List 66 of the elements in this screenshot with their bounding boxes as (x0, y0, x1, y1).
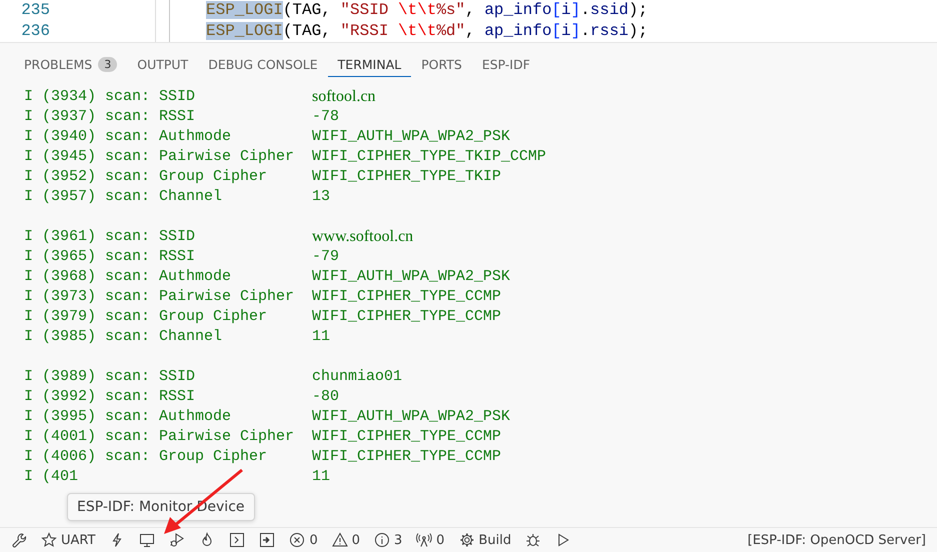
log-value: 11 (312, 327, 330, 347)
log-value: WIFI_CIPHER_TYPE_CCMP (312, 447, 502, 467)
panel-tab[interactable]: DEBUG CONSOLE (198, 53, 328, 77)
status-item[interactable]: 0 (326, 529, 365, 551)
bug-icon (525, 532, 542, 548)
warning-icon (332, 532, 348, 548)
log-value: chunmiao01 (312, 367, 402, 387)
log-value: WIFI_CIPHER_TYPE_TKIP_CCMP (312, 147, 546, 167)
log-value: WIFI_CIPHER_TYPE_CCMP (312, 307, 502, 327)
log-label: I (3961) scan: SSID (24, 227, 196, 247)
log-label: I (3940) scan: Authmode (24, 127, 232, 147)
panel-tab[interactable]: TERMINAL (328, 53, 412, 77)
antenna-icon (416, 532, 432, 548)
log-label: I (3968) scan: Authmode (24, 267, 232, 287)
log-value: -80 (312, 387, 340, 407)
log-value: softool.cn (312, 87, 376, 107)
arrow-into-box-icon (259, 532, 276, 548)
log-label: I (3945) scan: Pairwise Cipher (24, 147, 296, 167)
log-value: 13 (312, 187, 330, 207)
status-item[interactable]: 3 (369, 529, 408, 551)
panel-tab[interactable]: ESP-IDF (472, 53, 540, 77)
status-item[interactable]: 0 (284, 529, 323, 551)
info-icon (374, 532, 390, 548)
log-label: I (4001) scan: Pairwise Cipher (24, 427, 296, 447)
count-badge: 3 (98, 57, 118, 72)
log-label: I (3957) scan: Channel (24, 187, 224, 207)
log-label: I (401 (24, 467, 80, 487)
status-item[interactable]: 0 (411, 529, 450, 551)
bug-play-icon (169, 532, 186, 548)
log-label: I (4006) scan: Group Cipher (24, 447, 268, 467)
log-label: I (3937) scan: RSSI (24, 107, 196, 127)
log-value: WIFI_CIPHER_TYPE_CCMP (312, 287, 502, 307)
status-item[interactable]: UART (36, 529, 100, 551)
log-value: WIFI_CIPHER_TYPE_CCMP (312, 427, 502, 447)
log-label: I (3973) scan: Pairwise Cipher (24, 287, 296, 307)
log-value: WIFI_AUTH_WPA_WPA2_PSK (312, 127, 510, 147)
code-line: ESP_LOGI(TAG, "RSSI \t\t%d", ap_info[i].rssi); (206, 21, 648, 42)
gear-icon (458, 532, 475, 548)
status-text[interactable]: [ESP-IDF: OpenOCD Server] (742, 529, 931, 551)
monitor-icon (139, 532, 156, 548)
panel-tab[interactable]: OUTPUT (127, 53, 198, 77)
log-value: www.softool.cn (312, 227, 414, 247)
log-label: I (3979) scan: Group Cipher (24, 307, 268, 327)
log-label: I (3985) scan: Channel (24, 327, 224, 347)
terminal-icon (229, 532, 246, 548)
panel-tab[interactable]: PROBLEMS 3 (14, 53, 128, 77)
log-label: I (3952) scan: Group Cipher (24, 167, 268, 187)
log-value: WIFI_AUTH_WPA_WPA2_PSK (312, 267, 510, 287)
log-label: I (3934) scan: SSID (24, 87, 196, 107)
log-value: -79 (312, 247, 340, 267)
log-label: I (3965) scan: RSSI (24, 247, 196, 267)
error-icon (289, 532, 306, 548)
log-label: I (3989) scan: SSID (24, 367, 196, 387)
log-value: WIFI_CIPHER_TYPE_TKIP (312, 167, 502, 187)
wrench-icon (11, 532, 27, 548)
log-value: 11 (312, 467, 330, 487)
code-line: ESP_LOGI(TAG, "SSID \t\t%s", ap_info[i].ssid); (206, 0, 648, 21)
line-number: 236 (20, 21, 50, 42)
star-icon (41, 532, 57, 548)
panel-tab[interactable]: PORTS (411, 53, 472, 77)
log-label: I (3992) scan: RSSI (24, 387, 196, 407)
log-value: -78 (312, 107, 340, 127)
status-item[interactable]: Build (454, 529, 516, 551)
line-number: 235 (20, 0, 50, 21)
log-value: WIFI_AUTH_WPA_WPA2_PSK (312, 407, 510, 427)
log-label: I (3995) scan: Authmode (24, 407, 232, 427)
